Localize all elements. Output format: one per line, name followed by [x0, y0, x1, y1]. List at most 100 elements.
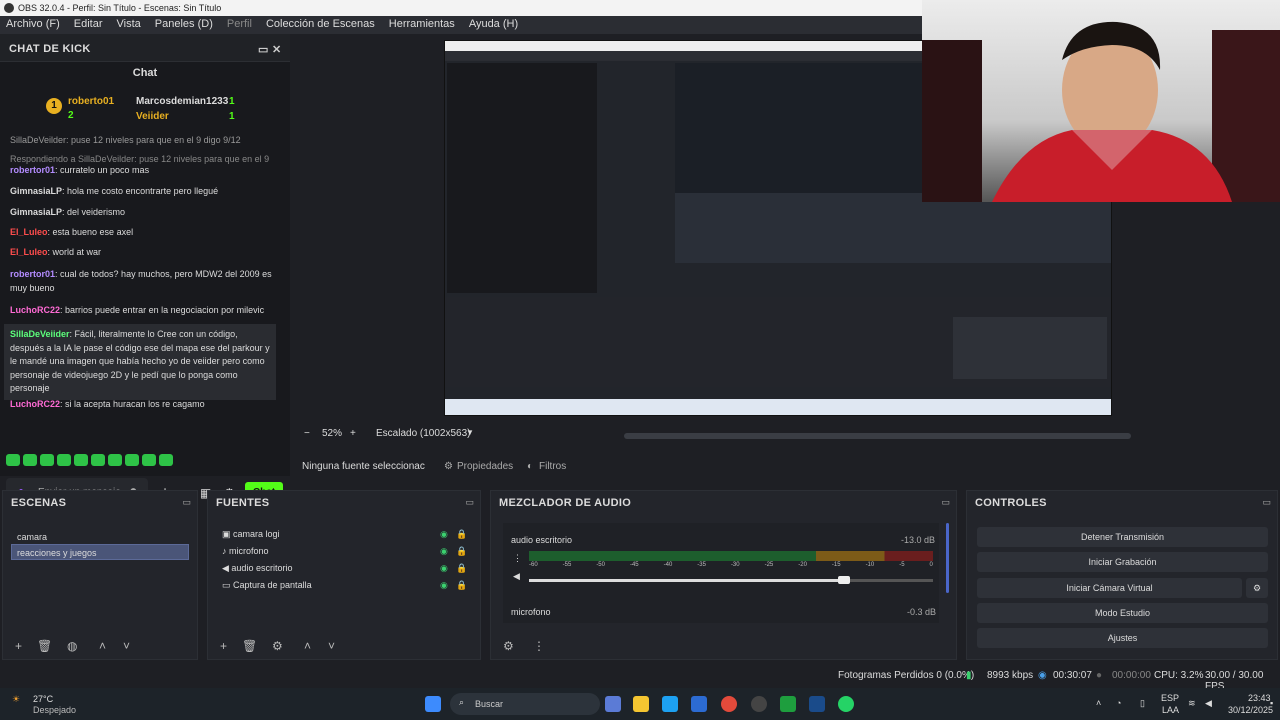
emote-icon[interactable]: [142, 454, 156, 466]
scale-dropdown[interactable]: Escalado (1002x563): [376, 428, 471, 439]
settings-button[interactable]: Ajustes: [977, 628, 1268, 648]
move-up-icon[interactable]: ˄: [99, 639, 106, 653]
steam-icon[interactable]: [809, 696, 825, 712]
emote-icon[interactable]: [108, 454, 122, 466]
clock-time[interactable]: 23:43: [1248, 693, 1271, 703]
chat-username[interactable]: GimnasiaLP: [10, 207, 62, 217]
network-icon[interactable]: ◔: [1116, 698, 1121, 708]
lock-icon[interactable]: 🔒: [456, 546, 467, 557]
menu-ayuda[interactable]: Ayuda (H): [469, 16, 518, 34]
eye-icon[interactable]: ◉: [440, 546, 448, 557]
emote-icon[interactable]: [159, 454, 173, 466]
chat-username[interactable]: GimnasiaLP: [10, 186, 62, 196]
notification-icon[interactable]: ▪: [1270, 698, 1273, 708]
menu-perfil[interactable]: Perfil: [227, 16, 252, 34]
move-down-icon[interactable]: ˅: [123, 639, 130, 653]
source-item[interactable]: ▭ Captura de pantalla ◉ 🔒: [222, 580, 472, 591]
emote-icon[interactable]: [125, 454, 139, 466]
chat-username[interactable]: LuchoRC22: [10, 399, 60, 409]
edge-icon[interactable]: [662, 696, 678, 712]
emote-icon[interactable]: [23, 454, 37, 466]
zoom-in-button[interactable]: +: [350, 428, 356, 439]
clock-date[interactable]: 30/12/2025: [1228, 705, 1273, 715]
menu-archivo[interactable]: Archivo (F): [6, 16, 60, 34]
scene-item[interactable]: camara: [15, 529, 189, 545]
search-box[interactable]: ⌕ Buscar: [450, 693, 600, 715]
close-icon[interactable]: ✕: [272, 43, 282, 56]
float-icon[interactable]: ▭: [465, 497, 474, 508]
chevron-down-icon[interactable]: ▼: [466, 428, 474, 437]
volume-icon[interactable]: ◀: [1205, 698, 1212, 709]
source-item[interactable]: ♪ microfono ◉ 🔒: [222, 546, 472, 556]
float-icon[interactable]: ▭: [258, 43, 269, 56]
zoom-out-button[interactable]: −: [304, 428, 310, 439]
mic-icon[interactable]: ▯: [1140, 698, 1145, 709]
lock-icon[interactable]: 🔒: [456, 529, 467, 540]
trash-icon[interactable]: 🗑: [37, 639, 52, 653]
more-icon[interactable]: ⋮: [513, 553, 522, 564]
mixer-scrollbar[interactable]: [946, 523, 949, 593]
whatsapp-icon[interactable]: [838, 696, 854, 712]
eye-icon[interactable]: ◉: [440, 529, 448, 540]
start-icon[interactable]: [425, 696, 441, 712]
trash-icon[interactable]: 🗑: [242, 639, 257, 653]
leader-user-3[interactable]: Veiider: [136, 111, 169, 122]
chevron-up-icon[interactable]: ˄: [1096, 698, 1101, 708]
gear-icon[interactable]: ⚙: [503, 639, 514, 653]
gear-icon[interactable]: ⚙: [272, 639, 283, 653]
leader-user-1[interactable]: roberto01: [68, 96, 114, 107]
file-explorer-icon[interactable]: [633, 696, 649, 712]
chat-username[interactable]: robertor01: [10, 269, 55, 279]
filter-icon[interactable]: ◍: [67, 639, 77, 653]
source-item[interactable]: ▣ camara logi ◉ 🔒: [222, 529, 472, 540]
lock-icon[interactable]: 🔒: [456, 563, 467, 574]
emote-icon[interactable]: [74, 454, 88, 466]
studio-mode-button[interactable]: Modo Estudio: [977, 603, 1268, 623]
menu-coleccion[interactable]: Colección de Escenas: [266, 16, 375, 34]
menu-herramientas[interactable]: Herramientas: [389, 16, 455, 34]
emote-icon[interactable]: [57, 454, 71, 466]
eye-icon[interactable]: ◉: [440, 563, 448, 574]
start-virtual-camera-button[interactable]: Iniciar Cámara Virtual: [977, 578, 1242, 598]
chat-username[interactable]: El_Luleo: [10, 227, 48, 237]
emote-icon[interactable]: [40, 454, 54, 466]
store-icon[interactable]: [691, 696, 707, 712]
obs-icon[interactable]: [751, 696, 767, 712]
menu-paneles[interactable]: Paneles (D): [155, 16, 213, 34]
menu-editar[interactable]: Editar: [74, 16, 103, 34]
eye-icon[interactable]: ◉: [440, 580, 448, 591]
properties-button[interactable]: Propiedades: [457, 461, 513, 472]
preview-scrollbar[interactable]: [624, 433, 1131, 439]
chat-username[interactable]: LuchoRC22: [10, 305, 60, 315]
emote-icon[interactable]: [91, 454, 105, 466]
taskview-icon[interactable]: [605, 696, 621, 712]
chrome-icon[interactable]: [721, 696, 737, 712]
lock-icon[interactable]: 🔒: [456, 580, 467, 591]
float-icon[interactable]: ▭: [182, 497, 191, 508]
chat-tab[interactable]: Chat: [0, 62, 290, 84]
source-item[interactable]: ◀ audio escritorio ◉ 🔒: [222, 563, 472, 574]
float-icon[interactable]: ▭: [1262, 497, 1271, 508]
start-recording-button[interactable]: Iniciar Grabación: [977, 552, 1268, 572]
filter-icon[interactable]: ◐: [527, 461, 533, 472]
leader-user-2[interactable]: Marcosdemian1233: [136, 96, 228, 107]
language-indicator[interactable]: ESP: [1161, 693, 1179, 703]
filters-button[interactable]: Filtros: [539, 461, 566, 472]
stop-streaming-button[interactable]: Detener Transmisión: [977, 527, 1268, 547]
volume-knob[interactable]: [838, 576, 851, 584]
virtual-camera-settings-icon[interactable]: ⚙: [1246, 578, 1268, 598]
wifi-icon[interactable]: ≋: [1188, 698, 1196, 709]
menu-vista[interactable]: Vista: [117, 16, 141, 34]
move-down-icon[interactable]: ˅: [328, 639, 335, 653]
add-icon[interactable]: +: [220, 639, 227, 653]
xbox-icon[interactable]: [780, 696, 796, 712]
float-icon[interactable]: ▭: [941, 497, 950, 508]
chat-username[interactable]: El_Luleo: [10, 247, 48, 257]
move-up-icon[interactable]: ˄: [304, 639, 311, 653]
more-icon[interactable]: ⋮: [533, 639, 545, 653]
chat-username[interactable]: SillaDeVeiider: [10, 329, 70, 339]
add-icon[interactable]: +: [15, 639, 22, 653]
gear-icon[interactable]: ⚙: [444, 461, 453, 472]
chat-username[interactable]: robertor01: [10, 165, 55, 175]
speaker-icon[interactable]: ◀: [513, 571, 520, 582]
